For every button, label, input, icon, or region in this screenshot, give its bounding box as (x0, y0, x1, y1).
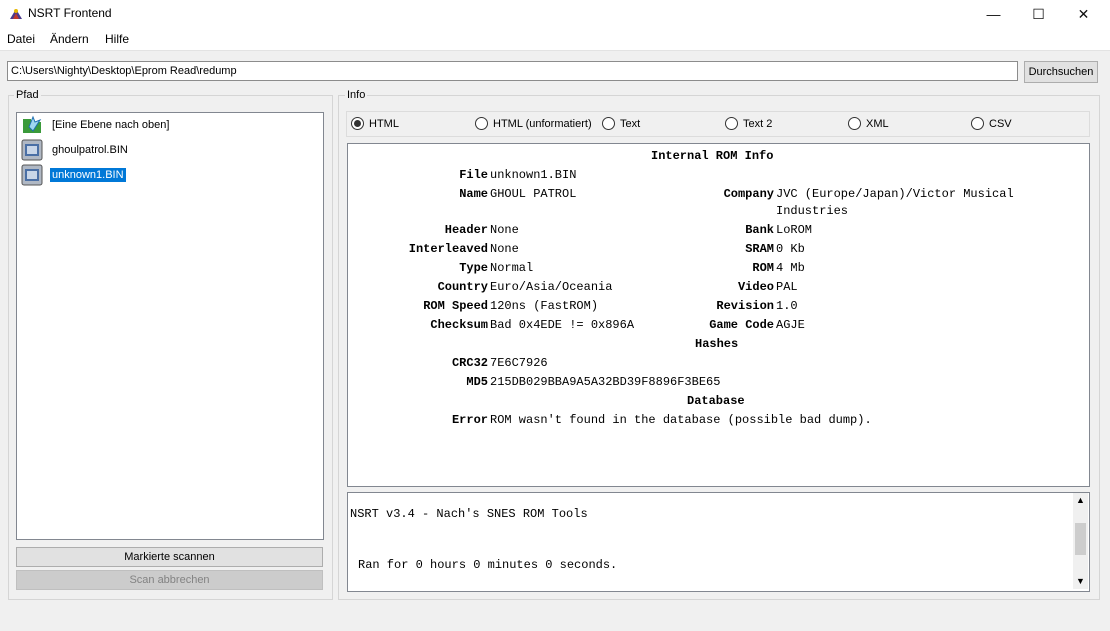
name-field-value: GHOUL PATROL (490, 187, 577, 201)
radio-dot (971, 117, 984, 130)
window-title: NSRT Frontend (28, 6, 112, 20)
folder-up-icon (20, 114, 44, 136)
list-item-ghoulpatrol[interactable]: ghoulpatrol.BIN (20, 139, 130, 161)
radio-dot (602, 117, 615, 130)
close-button[interactable]: ✕ (1061, 0, 1106, 28)
md5-field-label: MD5 (466, 375, 488, 389)
radio-xml[interactable]: XML (848, 117, 889, 130)
radio-label: HTML (369, 117, 399, 130)
scan-selected-button[interactable]: Markierte scannen (16, 547, 323, 567)
name-field-label: Name (459, 187, 488, 201)
file-label: [Eine Ebene nach oben] (52, 119, 170, 131)
abort-scan-button[interactable]: Scan abbrechen (16, 570, 323, 590)
list-item-parent-folder[interactable]: [Eine Ebene nach oben] (20, 114, 171, 136)
rom-speed-field-label: ROM Speed (423, 299, 488, 313)
rom-file-icon (20, 139, 44, 161)
revision-field-label: Revision (716, 299, 774, 313)
interleaved-field-label: Interleaved (408, 242, 488, 256)
info-group-title: Info (345, 89, 368, 101)
list-item-unknown1[interactable]: unknown1.BIN (20, 164, 127, 186)
crc32-field-value: 7E6C7926 (490, 356, 548, 370)
error-field-value: ROM wasn't found in the database (possib… (490, 413, 872, 427)
header-field-value: None (490, 223, 519, 237)
country-field-value: Euro/Asia/Oceania (490, 280, 613, 294)
log-scrollbar[interactable]: ▲ ▼ (1073, 493, 1088, 589)
rom-file-icon (20, 164, 44, 186)
rom-info-heading: Internal ROM Info (651, 149, 774, 163)
bank-field-value: LoROM (776, 223, 813, 237)
radio-dot (725, 117, 738, 130)
interleaved-field-value: None (490, 242, 519, 256)
minimize-button[interactable]: — (971, 0, 1016, 28)
rom-info-panel[interactable]: Internal ROM Info File unknown1.BIN Name… (347, 143, 1090, 487)
menu-bar: Datei Ändern Hilfe (0, 28, 1110, 51)
game-code-field-value: AGJE (776, 318, 805, 332)
revision-field-value: 1.0 (776, 299, 798, 313)
log-line-version: NSRT v3.4 - Nach's SNES ROM Tools (350, 507, 588, 521)
file-field-value: unknown1.BIN (490, 168, 577, 182)
bank-field-label: Bank (745, 223, 774, 237)
log-output[interactable]: NSRT v3.4 - Nach's SNES ROM Tools Ran fo… (347, 492, 1090, 592)
checksum-field-label: Checksum (430, 318, 488, 332)
radio-html[interactable]: HTML (351, 117, 399, 130)
game-code-field-label: Game Code (709, 318, 774, 332)
radio-html-unformatted[interactable]: HTML (unformatiert) (475, 117, 592, 130)
sram-field-label: SRAM (745, 242, 774, 256)
scroll-up-icon[interactable]: ▲ (1076, 495, 1085, 505)
radio-label: Text (620, 117, 641, 130)
rom-size-field-value: 4 Mb (776, 261, 805, 275)
video-field-label: Video (737, 280, 774, 294)
file-label-selected: unknown1.BIN (49, 167, 127, 183)
hashes-heading: Hashes (695, 337, 739, 351)
checksum-field-value: Bad 0x4EDE != 0x896A (490, 318, 635, 332)
error-field-label: Error (451, 413, 488, 427)
maximize-button[interactable]: ☐ (1016, 0, 1061, 28)
pfad-group-title: Pfad (14, 89, 41, 101)
company-field-label: Company (723, 187, 774, 201)
sram-field-value: 0 Kb (776, 242, 805, 256)
radio-csv[interactable]: CSV (971, 117, 1012, 130)
radio-dot (848, 117, 861, 130)
type-field-label: Type (459, 261, 488, 275)
title-bar: NSRT Frontend — ☐ ✕ (0, 0, 1110, 28)
radio-label: XML (866, 117, 889, 130)
company-field-value-cont: Industries (776, 204, 849, 218)
file-list[interactable]: [Eine Ebene nach oben] ghoulpatrol.BIN u… (16, 112, 324, 540)
file-field-label: File (459, 168, 488, 182)
rom-size-field-label: ROM (752, 261, 774, 275)
country-field-label: Country (437, 280, 488, 294)
radio-dot (475, 117, 488, 130)
app-icon (8, 7, 24, 21)
path-input[interactable]: C:\Users\Nighty\Desktop\Eprom Read\redum… (7, 61, 1018, 81)
video-field-value: PAL (776, 280, 798, 294)
menu-aendern[interactable]: Ändern (50, 32, 89, 46)
browse-button[interactable]: Durchsuchen (1024, 61, 1098, 83)
database-heading: Database (687, 394, 745, 408)
rom-speed-field-value: 120ns (FastROM) (490, 299, 599, 313)
file-label: ghoulpatrol.BIN (52, 144, 128, 156)
scroll-thumb[interactable] (1075, 523, 1086, 555)
md5-field-value: 215DB029BBA9A5A32BD39F8896F3BE65 (490, 375, 721, 389)
radio-dot-selected (351, 117, 364, 130)
radio-label: HTML (unformatiert) (493, 117, 592, 130)
radio-text[interactable]: Text (602, 117, 640, 130)
header-field-label: Header (444, 223, 488, 237)
menu-datei[interactable]: Datei (7, 32, 35, 46)
radio-label: Text 2 (743, 117, 773, 130)
status-bar (0, 600, 1110, 631)
scroll-down-icon[interactable]: ▼ (1076, 576, 1085, 586)
format-radio-bar: HTML HTML (unformatiert) Text Text 2 XML… (346, 111, 1090, 137)
radio-label: CSV (989, 117, 1012, 130)
type-field-value: Normal (490, 261, 534, 275)
radio-text2[interactable]: Text 2 (725, 117, 772, 130)
crc32-field-label: CRC32 (451, 356, 488, 370)
company-field-value: JVC (Europe/Japan)/Victor Musical (776, 187, 1014, 201)
menu-hilfe[interactable]: Hilfe (105, 32, 129, 46)
log-line-runtime: Ran for 0 hours 0 minutes 0 seconds. (358, 558, 618, 572)
